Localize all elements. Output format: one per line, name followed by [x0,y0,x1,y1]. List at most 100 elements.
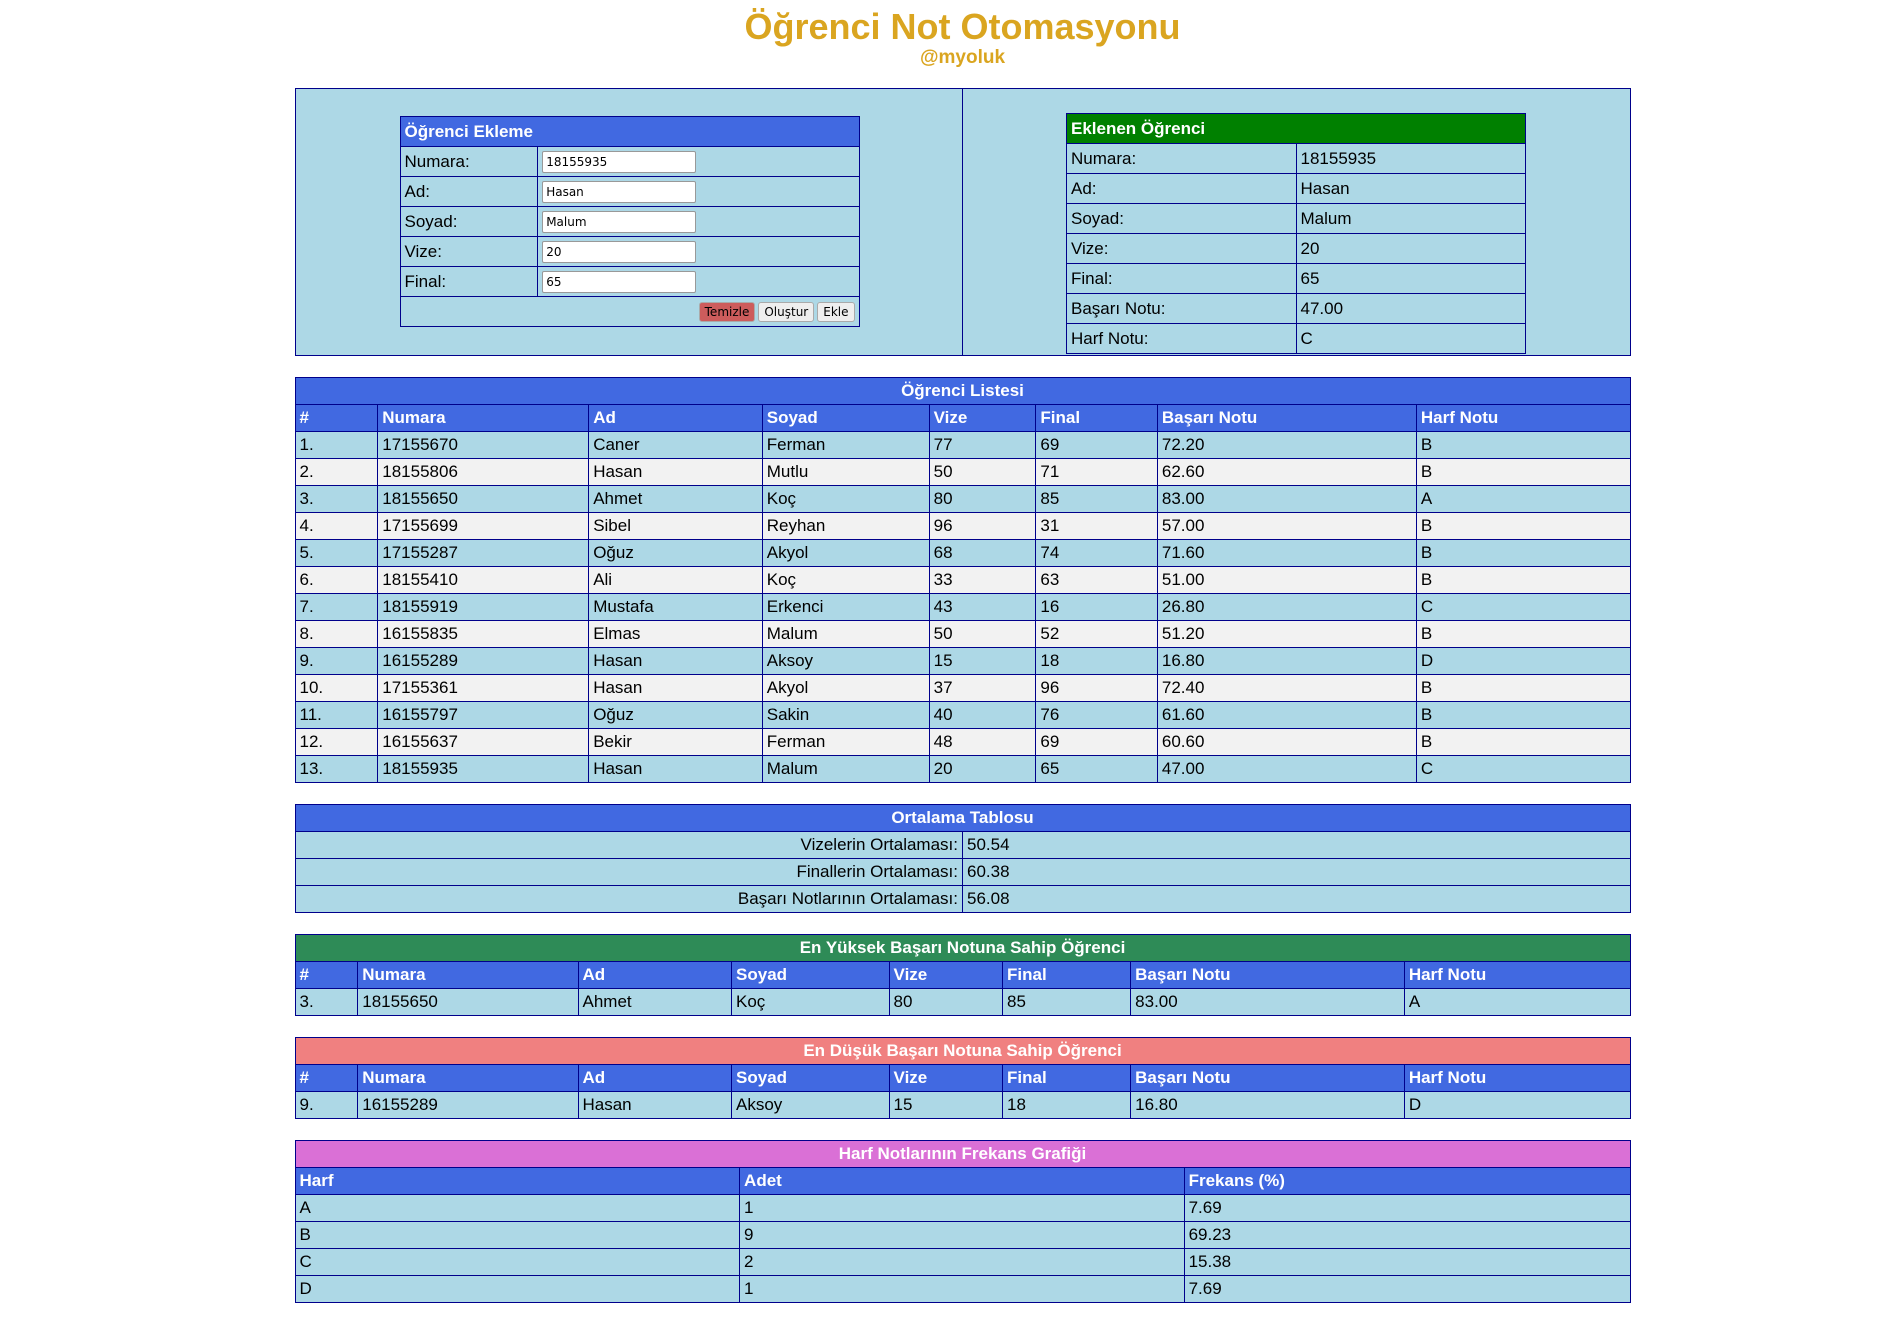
table-cell: 18155919 [377,593,590,621]
table-cell: 7.69 [1183,1275,1631,1303]
table-cell: 11. [294,701,379,729]
table-cell: Hasan [588,755,763,783]
table-cell: 16155637 [377,728,590,756]
table-cell: 16155835 [377,620,590,648]
table-row: 10. 17155361 Hasan Akyol 37 96 72.40 B [294,674,1631,702]
table-cell: B [1415,674,1631,702]
table-cell: 80 [888,988,1004,1016]
table-cell: Caner [588,431,763,459]
column-header: # [294,404,379,432]
added-label: Ad: [1066,173,1297,204]
table-row: 3. 18155650 Ahmet Koç 80 85 83.00 A [294,485,1631,513]
added-label: Numara: [1066,143,1297,174]
field-cell [537,146,860,177]
form-row: Soyad: [399,206,860,237]
added-value: 47.00 [1295,293,1526,324]
table-cell: 26.80 [1156,593,1417,621]
table-cell: 9. [294,647,379,675]
table-cell: 50 [928,458,1037,486]
field-input[interactable] [542,150,697,173]
table-cell: 8. [294,620,379,648]
table-row: 7. 18155919 Mustafa Erkenci 43 16 26.80 C [294,593,1631,621]
table-cell: B [294,1221,741,1249]
field-cell [537,266,860,297]
clear-button[interactable]: Temizle [698,302,756,322]
table-cell: A [1415,485,1631,513]
generate-button[interactable]: Oluştur [758,302,815,322]
field-label: Vize: [399,236,539,267]
add-button[interactable]: Ekle [817,302,855,322]
form-title: Öğrenci Ekleme [399,116,860,147]
field-input[interactable] [542,270,697,293]
table-cell: 1. [294,431,379,459]
table-cell: 9 [739,1221,1185,1249]
table-cell: 17155670 [377,431,590,459]
table-cell: 50 [928,620,1037,648]
field-input[interactable] [542,240,697,263]
table-cell: 31 [1035,512,1158,540]
form-row: Ad: [399,176,860,207]
table-cell: Koç [731,988,890,1016]
lowest-student-table: En Düşük Başarı Notuna Sahip Öğrenci # Nu… [294,1037,1631,1119]
table-cell: 16 [1035,593,1158,621]
table-cell: Aksoy [731,1091,890,1119]
added-value: 20 [1295,233,1526,264]
table-cell: 2 [739,1248,1185,1276]
column-header: Final [1001,961,1132,989]
column-header: Başarı Notu [1130,1064,1405,1092]
table-cell: Koç [761,566,930,594]
table-cell: 16.80 [1156,647,1417,675]
table-cell: 52 [1035,620,1158,648]
table-cell: Elmas [588,620,763,648]
column-header: Vize [928,404,1037,432]
field-label: Numara: [399,146,539,177]
table-cell: C [1415,755,1631,783]
average-row: Başarı Notlarının Ortalaması: 56.08 [294,885,1631,913]
table-row: 9. 16155289 Hasan Aksoy 15 18 16.80 D [294,1091,1631,1119]
table-cell: 47.00 [1156,755,1417,783]
column-header: Soyad [731,961,890,989]
added-value: C [1295,323,1526,354]
added-student-table: Eklenen Öğrenci Numara: 18155935 Ad: Hasan S… [1066,113,1526,354]
column-header: Başarı Notu [1130,961,1405,989]
table-cell: A [294,1194,741,1222]
table-cell: C [1415,593,1631,621]
field-label: Soyad: [399,206,539,237]
table-cell: Erkenci [761,593,930,621]
table-cell: 18155650 [377,485,590,513]
column-header: Ad [577,1064,733,1092]
field-input[interactable] [542,210,697,233]
column-header: Adet [739,1167,1185,1195]
table-cell: 77 [928,431,1037,459]
field-input[interactable] [542,180,697,203]
column-header: Soyad [731,1064,890,1092]
table-cell: 74 [1035,539,1158,567]
table-cell: 7.69 [1183,1194,1631,1222]
average-value: 60.38 [962,858,1631,886]
column-header: Başarı Notu [1156,404,1417,432]
frequency-row: C 2 15.38 [294,1248,1631,1276]
averages-table: Ortalama Tablosu Vizelerin Ortalaması: 50… [294,804,1631,913]
table-cell: Hasan [588,647,763,675]
table-cell: Hasan [577,1091,733,1119]
table-cell: B [1415,566,1631,594]
average-row: Vizelerin Ortalaması: 50.54 [294,831,1631,859]
table-cell: 72.20 [1156,431,1417,459]
table-cell: 72.40 [1156,674,1417,702]
table-cell: 13. [294,755,379,783]
student-list-title: Öğrenci Listesi [294,377,1631,405]
table-cell: B [1415,458,1631,486]
table-row: 3. 18155650 Ahmet Koç 80 85 83.00 A [294,988,1631,1016]
table-row: 11. 16155797 Oğuz Sakin 40 76 61.60 B [294,701,1631,729]
table-cell: 16.80 [1130,1091,1405,1119]
table-cell: 33 [928,566,1037,594]
column-header: Vize [888,961,1004,989]
table-cell: 17155361 [377,674,590,702]
table-row: 1. 17155670 Caner Ferman 77 69 72.20 B [294,431,1631,459]
table-row: 4. 17155699 Sibel Reyhan 96 31 57.00 B [294,512,1631,540]
added-row: Harf Notu: C [1066,323,1526,354]
table-cell: 3. [294,485,379,513]
table-cell: 1 [739,1275,1185,1303]
table-cell: 43 [928,593,1037,621]
table-cell: 76 [1035,701,1158,729]
